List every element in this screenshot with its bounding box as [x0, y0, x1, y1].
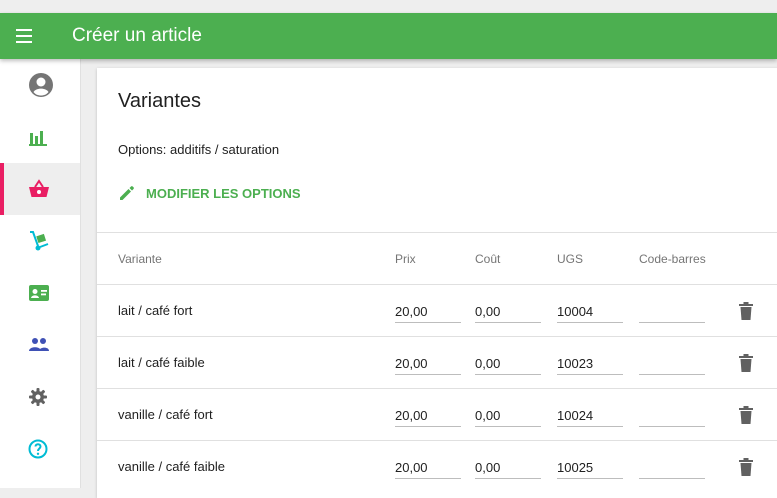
table-row: vanille / café faible: [97, 440, 777, 492]
price-field[interactable]: [395, 300, 461, 323]
sidebar-item-employees[interactable]: [0, 267, 80, 319]
sidebar-item-customers[interactable]: [0, 319, 80, 371]
delete-variant-button[interactable]: [739, 301, 753, 320]
pencil-icon: [120, 186, 134, 200]
column-header-variant: Variante: [118, 251, 162, 266]
menu-button[interactable]: [0, 13, 48, 59]
page-title: Créer un article: [72, 25, 202, 46]
trash-icon: [739, 405, 753, 424]
edit-options-label: MODIFIER LES OPTIONS: [146, 185, 301, 201]
basket-icon: [29, 179, 49, 197]
sku-field[interactable]: [557, 300, 623, 323]
barcode-field[interactable]: [639, 456, 705, 479]
sidebar-item-help[interactable]: [0, 423, 80, 475]
options-summary: Options: additifs / saturation: [118, 142, 280, 157]
cost-field[interactable]: [475, 300, 541, 323]
gear-icon: [29, 388, 47, 406]
barcode-field[interactable]: [639, 404, 705, 427]
sidebar-item-account[interactable]: [0, 59, 80, 111]
sku-field[interactable]: [557, 404, 623, 427]
hamburger-menu-icon: [16, 29, 32, 43]
badge-icon: [29, 285, 49, 301]
table-row: lait / café faible: [97, 336, 777, 388]
column-header-price: Prix: [395, 251, 416, 266]
price-field[interactable]: [395, 352, 461, 375]
sidebar-item-inventory[interactable]: [0, 215, 80, 267]
delete-variant-button[interactable]: [739, 457, 753, 476]
column-header-cost: Coût: [475, 251, 501, 266]
sidebar-item-items[interactable]: [0, 163, 80, 215]
sidebar-item-reports[interactable]: [0, 111, 80, 163]
variant-name: lait / café faible: [118, 355, 205, 370]
card-title: Variantes: [118, 90, 202, 112]
column-header-barcode: Code-barres: [639, 251, 706, 266]
variants-card: Variantes Options: additifs / saturation…: [97, 68, 777, 498]
barcode-field[interactable]: [639, 352, 705, 375]
variant-name: lait / café fort: [118, 303, 193, 318]
delete-variant-button[interactable]: [739, 353, 753, 372]
edit-options-button[interactable]: MODIFIER LES OPTIONS: [118, 184, 301, 202]
variant-name: vanille / café faible: [118, 459, 225, 474]
table-row: vanille / café fort: [97, 388, 777, 440]
variants-table: Variante Prix Coût UGS Code-barres lait …: [97, 232, 777, 492]
people-icon: [29, 338, 49, 351]
account-circle-icon: [29, 73, 53, 97]
table-header-row: Variante Prix Coût UGS Code-barres: [97, 232, 777, 284]
help-icon: [28, 439, 48, 459]
delete-variant-button[interactable]: [739, 405, 753, 424]
app-bar: Créer un article: [0, 13, 777, 59]
sku-field[interactable]: [557, 352, 623, 375]
barcode-field[interactable]: [639, 300, 705, 323]
sidebar: [0, 59, 81, 488]
trash-icon: [739, 301, 753, 320]
sidebar-item-settings[interactable]: [0, 371, 80, 423]
cost-field[interactable]: [475, 456, 541, 479]
cost-field[interactable]: [475, 352, 541, 375]
trash-icon: [739, 353, 753, 372]
dolly-icon: [30, 231, 49, 251]
variant-name: vanille / café fort: [118, 407, 213, 422]
price-field[interactable]: [395, 404, 461, 427]
trash-icon: [739, 457, 753, 476]
price-field[interactable]: [395, 456, 461, 479]
bar-chart-icon: [29, 131, 47, 146]
sku-field[interactable]: [557, 456, 623, 479]
column-header-sku: UGS: [557, 251, 584, 266]
cost-field[interactable]: [475, 404, 541, 427]
table-row: lait / café fort: [97, 284, 777, 336]
